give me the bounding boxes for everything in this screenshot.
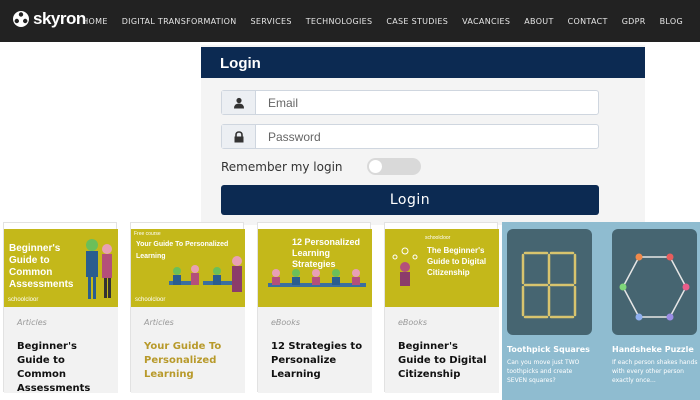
thumb-brand: schoolcloor <box>8 297 39 303</box>
email-input[interactable] <box>256 95 586 110</box>
login-button[interactable]: Login <box>221 185 599 215</box>
card-body: eBooks Beginner's Guide to Digital Citiz… <box>385 307 499 393</box>
thumb-tag: schoolcloor <box>425 235 451 241</box>
remember-toggle[interactable] <box>367 158 421 175</box>
card-category: Articles <box>17 318 47 327</box>
resource-card[interactable]: Beginner's Guide to Common Assessments s… <box>3 222 118 396</box>
toothpick-squares-icon <box>521 251 577 319</box>
card-body: Articles Beginner's Guide to Common Asse… <box>4 307 118 396</box>
password-field[interactable] <box>221 124 599 149</box>
puzzle-panel: Toothpick Squares Can you move just TWO … <box>502 222 700 400</box>
card-body: eBooks 12 Strategies to Personalize Lear… <box>258 307 372 393</box>
password-input[interactable] <box>256 129 586 144</box>
thumb-title: Your Guide To Personalized Learning <box>136 241 229 260</box>
nav-about[interactable]: ABOUT <box>517 17 560 26</box>
card-body: Articles Your Guide To Personalized Lear… <box>131 307 245 393</box>
handshake-hexagon-icon <box>619 253 690 321</box>
nav-home[interactable]: HOME <box>75 17 114 26</box>
nav-vacancies[interactable]: VACANCIES <box>455 17 517 26</box>
lock-icon <box>222 125 256 148</box>
handshake-puzzle-tile[interactable] <box>612 229 697 335</box>
card-title[interactable]: Beginner's Guide to Digital Citizenship <box>398 340 494 382</box>
thumb-tag: Free course <box>134 231 161 237</box>
top-navbar: skyron HOME DIGITAL TRANSFORMATION SERVI… <box>0 0 700 42</box>
card-category: Articles <box>144 318 174 327</box>
puzzle-title[interactable]: Toothpick Squares <box>507 345 590 354</box>
card-title[interactable]: 12 Strategies to Personalize Learning <box>271 340 367 382</box>
user-icon <box>222 91 256 114</box>
card-thumbnail: schoolcloor The Beginner's Guide to Digi… <box>385 229 499 307</box>
resource-card[interactable]: schoolcloor The Beginner's Guide to Digi… <box>384 222 499 393</box>
remember-label: Remember my login <box>221 160 343 174</box>
puzzle-description: If each person shakes hands with every o… <box>612 359 698 384</box>
login-heading: Login <box>201 47 645 78</box>
thumb-title: 12 Personalized Learning Strategies <box>292 237 361 269</box>
card-thumbnail: 12 Personalized Learning Strategies <box>258 229 372 307</box>
toggle-knob <box>369 160 382 173</box>
puzzle-title[interactable]: Handsheke Puzzle <box>612 345 694 354</box>
email-field[interactable] <box>221 90 599 115</box>
resource-card[interactable]: Free course Your Guide To Personalized L… <box>130 222 245 393</box>
login-panel: Login Remember my login Login <box>201 45 645 225</box>
nav-services[interactable]: SERVICES <box>244 17 299 26</box>
card-title[interactable]: Your Guide To Personalized Learning <box>144 340 240 382</box>
puzzle-description: Can you move just TWO toothpicks and cre… <box>507 359 580 384</box>
nav-case-studies[interactable]: CASE STUDIES <box>379 17 455 26</box>
nav-digital-transformation[interactable]: DIGITAL TRANSFORMATION <box>115 17 244 26</box>
card-thumbnail: Free course Your Guide To Personalized L… <box>131 229 245 307</box>
card-thumbnail: Beginner's Guide to Common Assessments s… <box>4 229 118 307</box>
card-category: eBooks <box>398 318 427 327</box>
main-nav: HOME DIGITAL TRANSFORMATION SERVICES TEC… <box>75 0 690 42</box>
card-category: eBooks <box>271 318 300 327</box>
toothpick-puzzle-tile[interactable] <box>507 229 592 335</box>
skyron-logo-icon <box>13 11 29 27</box>
nav-gdpr[interactable]: GDPR <box>615 17 653 26</box>
thumb-brand: schoolcloor <box>135 297 166 303</box>
card-title[interactable]: Beginner's Guide to Common Assessments <box>17 340 113 396</box>
nav-contact[interactable]: CONTACT <box>561 17 615 26</box>
thumb-title: The Beginner's Guide to Digital Citizens… <box>427 246 487 277</box>
thumb-title: Beginner's Guide to Common Assessments <box>9 243 74 290</box>
resource-card[interactable]: 12 Personalized Learning Strategies eBoo… <box>257 222 372 393</box>
nav-technologies[interactable]: TECHNOLOGIES <box>299 17 380 26</box>
nav-blog[interactable]: BLOG <box>653 17 690 26</box>
